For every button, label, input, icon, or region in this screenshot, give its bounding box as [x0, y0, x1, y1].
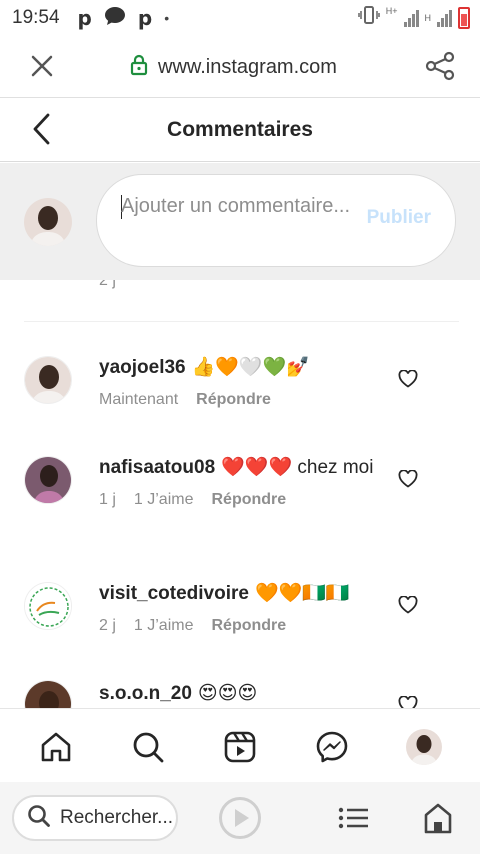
network-type-label: H+	[385, 6, 398, 16]
comment-likes[interactable]: 1 J’aime	[134, 617, 194, 635]
reply-button[interactable]: Répondre	[211, 491, 286, 509]
comment-text: nafisaatou08 ❤️❤️❤️ chez moi	[99, 454, 379, 481]
signal-icon	[403, 9, 419, 27]
comment-input[interactable]: Ajouter un commentaire...	[121, 193, 351, 220]
network-type-label-2: H	[424, 12, 432, 23]
comment-body: yaojoel36 👍🧡🤍💚💅 Maintenant Répondre	[99, 354, 379, 409]
home-icon[interactable]	[36, 727, 76, 767]
browser-bottom-bar: Rechercher...	[0, 782, 480, 854]
comment-meta: 1 j 1 J’aime Répondre	[99, 491, 379, 509]
comment-body: visit_cotedivoire 🧡🧡🇨🇮🇨🇮 2 j 1 J’aime Rép…	[99, 580, 379, 635]
chat-notification-icon	[104, 6, 126, 31]
signal-icon-2	[437, 9, 452, 27]
comment-compose-area: Ajouter un commentaire... Publier	[0, 163, 480, 280]
publish-button[interactable]: Publier	[367, 207, 431, 229]
magnifier-icon	[26, 803, 52, 834]
page-title: Commentaires	[167, 118, 313, 141]
comment-meta: 2 j 1 J’aime Répondre	[99, 617, 379, 635]
browser-home-icon[interactable]	[424, 802, 452, 834]
comment-content: ❤️❤️❤️ chez moi	[221, 457, 374, 478]
vibrate-icon	[357, 6, 380, 29]
browser-url-bar: www.instagram.com	[0, 36, 480, 98]
reply-button[interactable]: Répondre	[196, 391, 271, 409]
reply-button[interactable]: Répondre	[211, 617, 286, 635]
comment-text: yaojoel36 👍🧡🤍💚💅	[99, 354, 379, 381]
menu-list-icon[interactable]	[338, 806, 370, 830]
like-heart-icon[interactable]	[398, 469, 418, 488]
app-notification-icon: p	[77, 6, 92, 30]
status-dot: •	[164, 10, 170, 26]
comment-body: s.o.o.n_20 😍😍😍	[99, 680, 379, 707]
messenger-icon[interactable]	[312, 727, 352, 767]
browser-search-label: Rechercher...	[60, 807, 173, 828]
commenter-avatar[interactable]	[24, 680, 72, 708]
like-heart-icon[interactable]	[398, 695, 418, 708]
reels-icon[interactable]	[220, 727, 260, 767]
comment-meta: Maintenant Répondre	[99, 391, 379, 409]
comment-text: s.o.o.n_20 😍😍😍	[99, 680, 379, 707]
previous-comment-meta: 2 j	[99, 280, 116, 289]
like-heart-icon[interactable]	[398, 369, 418, 388]
commenter-avatar[interactable]	[24, 456, 72, 504]
profile-avatar[interactable]	[404, 727, 444, 767]
comment-input-box[interactable]: Ajouter un commentaire... Publier	[96, 174, 456, 267]
divider	[24, 321, 459, 322]
comment-username[interactable]: yaojoel36	[99, 357, 186, 378]
search-icon[interactable]	[128, 727, 168, 767]
url-field[interactable]: www.instagram.com	[130, 54, 337, 81]
battery-icon	[458, 6, 470, 29]
comment-content: 👍🧡🤍💚💅	[191, 357, 310, 378]
lock-icon	[130, 54, 148, 81]
current-user-avatar	[24, 198, 72, 246]
comment-time: 1 j	[99, 491, 116, 508]
status-bar: 19:54 p p • H+ H	[0, 0, 480, 36]
comment-username[interactable]: nafisaatou08	[99, 457, 215, 478]
comment-username[interactable]: visit_cotedivoire	[99, 583, 249, 604]
comment-likes[interactable]: 1 J’aime	[134, 491, 194, 509]
comment-time: 2 j	[99, 617, 116, 634]
close-tab-icon[interactable]	[28, 52, 56, 80]
app-notification-icon-2: p	[137, 6, 153, 30]
comment-content: 🧡🧡🇨🇮🇨🇮	[254, 583, 350, 604]
status-time: 19:54	[12, 7, 60, 28]
share-icon[interactable]	[424, 50, 456, 82]
url-text: www.instagram.com	[158, 56, 337, 78]
avatar	[406, 729, 442, 765]
comment-text: visit_cotedivoire 🧡🧡🇨🇮🇨🇮	[99, 580, 379, 607]
play-icon[interactable]	[218, 796, 262, 840]
comments-list[interactable]: 2 j yaojoel36 👍🧡🤍💚💅 Maintenant Répondre n…	[0, 280, 480, 708]
comment-body: nafisaatou08 ❤️❤️❤️ chez moi 1 j 1 J’aime…	[99, 454, 379, 509]
bottom-navigation	[0, 708, 480, 782]
comment-content: 😍😍😍	[197, 683, 258, 704]
status-indicators: H+ H	[357, 6, 470, 29]
comment-username[interactable]: s.o.o.n_20	[99, 683, 192, 704]
comment-time: Maintenant	[99, 391, 179, 408]
page-header: Commentaires	[0, 98, 480, 162]
like-heart-icon[interactable]	[398, 595, 418, 614]
commenter-avatar[interactable]	[24, 356, 72, 404]
browser-search-field[interactable]: Rechercher...	[12, 795, 178, 841]
commenter-avatar[interactable]	[24, 582, 72, 630]
